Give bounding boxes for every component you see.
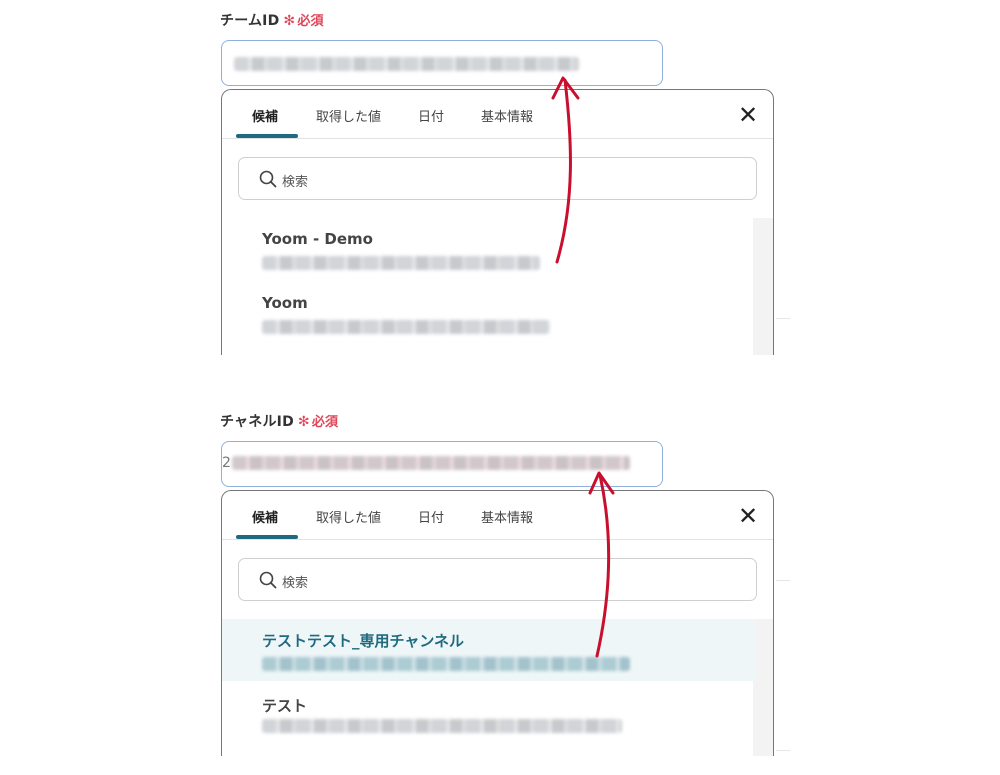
search-icon bbox=[259, 170, 277, 188]
team-id-suggestion-panel: 候補 取得した値 日付 基本情報 ✕ 検索 Yoom - Demo Yoom bbox=[221, 89, 774, 355]
divider bbox=[776, 580, 790, 581]
tab-basic-info[interactable]: 基本情報 bbox=[481, 106, 533, 125]
tab-candidates[interactable]: 候補 bbox=[252, 507, 278, 526]
tab-bar: 候補 取得した値 日付 基本情報 ✕ bbox=[222, 491, 773, 540]
redacted-id bbox=[262, 719, 622, 733]
redacted-value bbox=[234, 57, 579, 71]
tab-candidates[interactable]: 候補 bbox=[252, 106, 278, 125]
team-id-label: チームID ✻ 必須 bbox=[220, 13, 324, 29]
tab-fetched-values[interactable]: 取得した値 bbox=[316, 106, 381, 125]
list-item[interactable]: Yoom bbox=[222, 282, 755, 344]
item-title: テスト bbox=[262, 697, 308, 715]
channel-id-input[interactable]: 2 bbox=[221, 441, 663, 487]
search-placeholder: 検索 bbox=[282, 175, 309, 190]
required-text: 必須 bbox=[311, 415, 339, 430]
required-text: 必須 bbox=[297, 14, 324, 29]
active-tab-indicator bbox=[236, 535, 298, 539]
search-input[interactable]: 検索 bbox=[238, 157, 757, 200]
redacted-id bbox=[262, 256, 540, 270]
item-title: Yoom - Demo bbox=[262, 230, 373, 248]
required-star: ✻ bbox=[283, 13, 296, 29]
divider bbox=[776, 318, 790, 319]
list-item[interactable]: テストテスト_専用チャンネル bbox=[222, 619, 755, 681]
list-item[interactable]: Yoom - Demo bbox=[222, 218, 755, 280]
item-title: テストテスト_専用チャンネル bbox=[262, 632, 465, 650]
channel-id-label: チャネルID ✻ 必須 bbox=[220, 414, 339, 430]
required-star: ✻ bbox=[297, 414, 310, 430]
tab-bar: 候補 取得した値 日付 基本情報 ✕ bbox=[222, 90, 773, 139]
channel-id-section: チャネルID ✻ 必須 2 候補 取得した値 日付 基本情報 ✕ 検索 テストテスト… bbox=[0, 401, 1000, 761]
list-item[interactable]: テスト bbox=[222, 685, 755, 747]
close-icon[interactable]: ✕ bbox=[737, 504, 759, 528]
divider bbox=[776, 750, 790, 751]
item-title: Yoom bbox=[262, 294, 308, 312]
tab-fetched-values[interactable]: 取得した値 bbox=[316, 507, 381, 526]
tab-date[interactable]: 日付 bbox=[418, 507, 444, 526]
active-tab-indicator bbox=[236, 134, 298, 138]
search-icon bbox=[259, 571, 277, 589]
tab-date[interactable]: 日付 bbox=[418, 106, 444, 125]
search-placeholder: 検索 bbox=[282, 576, 309, 591]
redacted-id bbox=[262, 320, 550, 334]
team-id-section: チームID ✻ 必須 候補 取得した値 日付 基本情報 ✕ 検索 Yoom - De… bbox=[0, 0, 1000, 360]
tab-basic-info[interactable]: 基本情報 bbox=[481, 507, 533, 526]
search-input[interactable]: 検索 bbox=[238, 558, 757, 601]
close-icon[interactable]: ✕ bbox=[737, 103, 759, 127]
team-id-input[interactable] bbox=[221, 40, 663, 86]
redacted-value bbox=[232, 456, 630, 470]
channel-id-suggestion-panel: 候補 取得した値 日付 基本情報 ✕ 検索 テストテスト_専用チャンネル テスト bbox=[221, 490, 774, 756]
input-prefix: 2 bbox=[222, 455, 231, 471]
scrollbar[interactable] bbox=[753, 218, 773, 355]
redacted-id bbox=[262, 657, 630, 671]
scrollbar[interactable] bbox=[753, 619, 773, 756]
